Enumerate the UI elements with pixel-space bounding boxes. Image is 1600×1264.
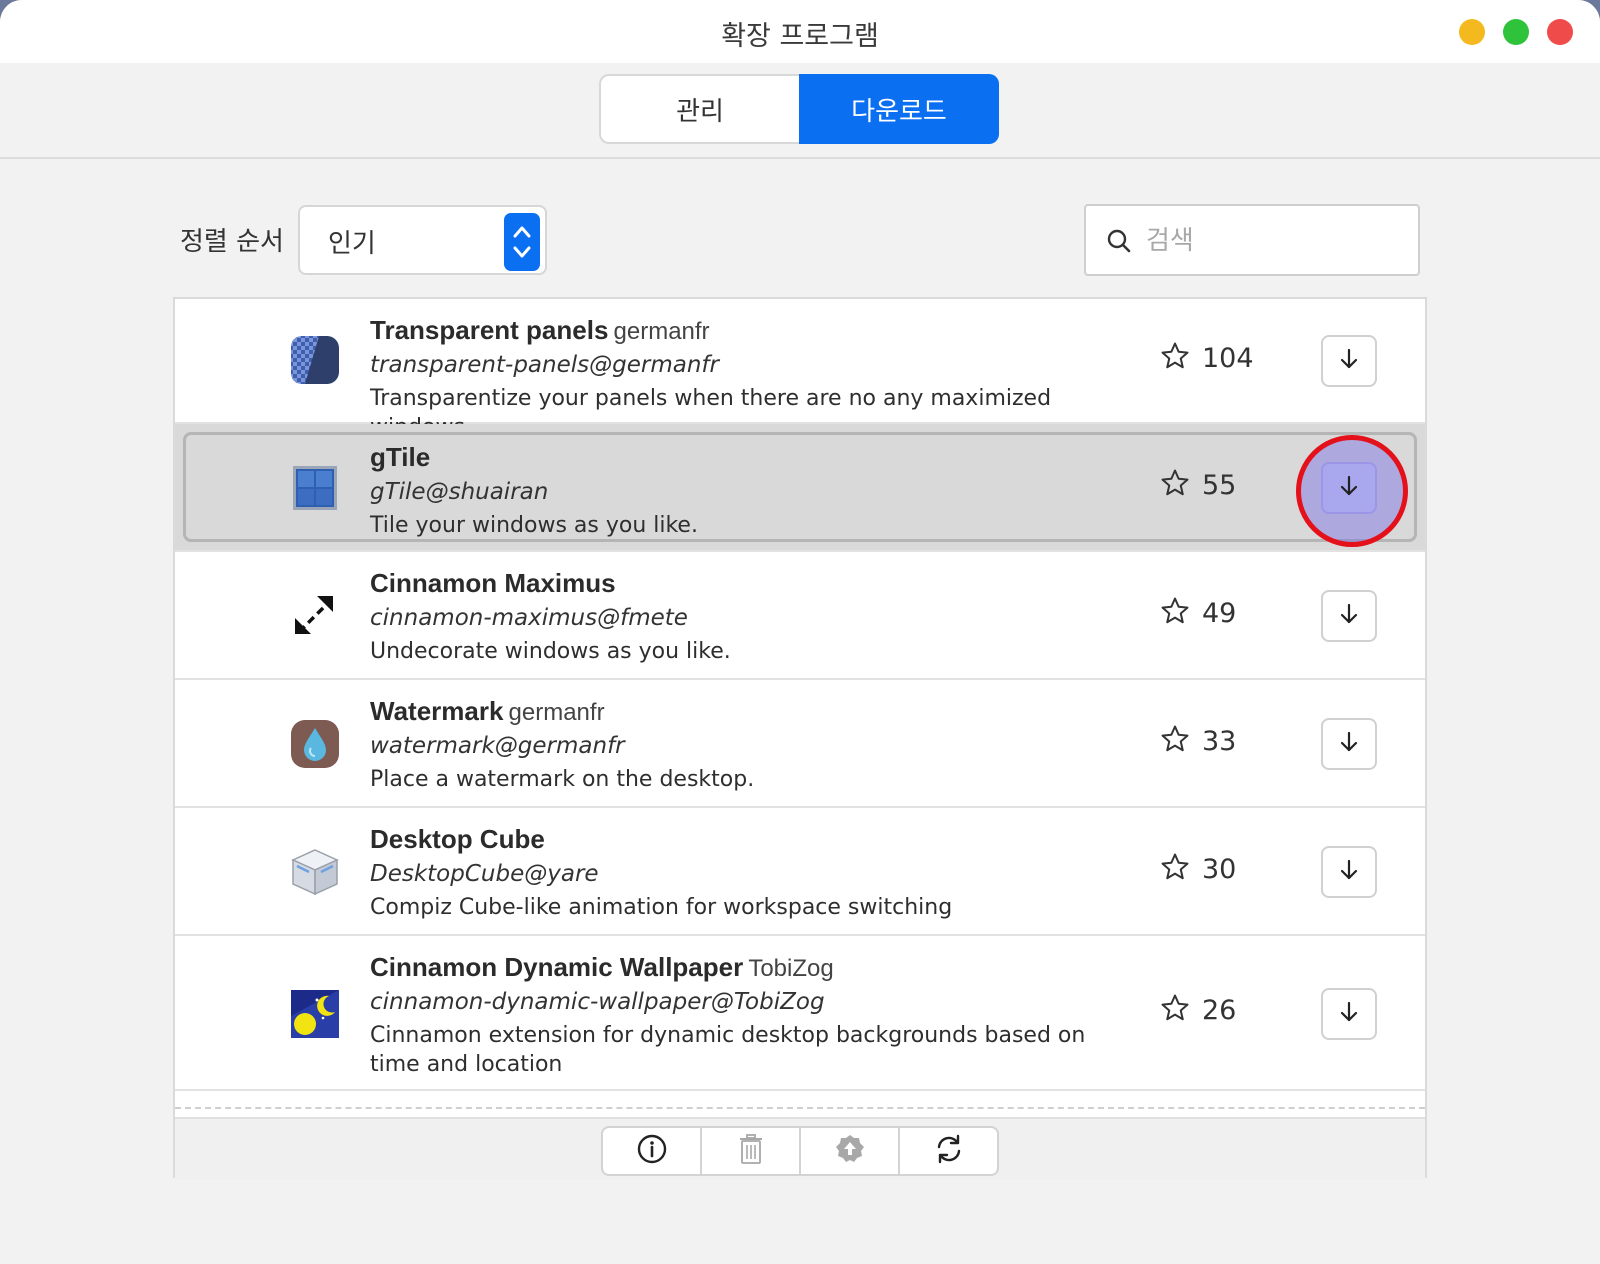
download-button[interactable]: [1321, 718, 1377, 770]
sort-value: 인기: [328, 229, 376, 259]
extension-uuid: watermark@germanfr: [370, 733, 625, 759]
extension-uuid: cinnamon-maximus@fmete: [370, 605, 688, 631]
extension-uuid: DesktopCube@yare: [370, 861, 599, 887]
extension-info: Cinnamon Maximus cinnamon-maximus@fmete …: [370, 568, 1130, 666]
updown-chevron-icon: [504, 213, 540, 271]
list-item[interactable]: Watermark germanfr watermark@germanfr Pl…: [175, 680, 1425, 808]
extension-author: TobiZog: [748, 955, 834, 982]
list-item[interactable]: Desktop Cube DesktopCube@yare Compiz Cub…: [175, 808, 1425, 936]
download-button[interactable]: [1321, 988, 1377, 1040]
list-toolbar: [175, 1117, 1425, 1180]
rating: 30: [1160, 852, 1236, 886]
cube-icon: [289, 846, 341, 898]
tab-download[interactable]: 다운로드: [799, 74, 999, 144]
download-button[interactable]: [1321, 846, 1377, 898]
maximize-button[interactable]: [1503, 19, 1529, 45]
download-arrow-icon: [1338, 347, 1360, 375]
extension-info: Transparent panels germanfr transparent-…: [370, 315, 1130, 442]
extension-list: Transparent panels germanfr transparent-…: [173, 297, 1427, 1180]
rating: 55: [1160, 468, 1236, 502]
extension-description: Place a watermark on the desktop.: [370, 767, 755, 792]
sort-dropdown[interactable]: 인기: [298, 205, 547, 275]
info-button[interactable]: [603, 1128, 702, 1174]
star-icon: [1160, 993, 1190, 1027]
star-count: 33: [1202, 725, 1237, 757]
sort-label: 정렬 순서: [180, 227, 284, 257]
list-item-selected[interactable]: gTile gTile@shuairan Tile your windows a…: [175, 424, 1425, 552]
star-icon: [1160, 852, 1190, 886]
list-end-divider: [175, 1107, 1425, 1109]
extension-uuid: cinnamon-dynamic-wallpaper@TobiZog: [370, 989, 825, 1015]
tab-manage[interactable]: 관리: [599, 74, 799, 144]
star-count: 30: [1202, 853, 1237, 885]
star-count: 104: [1202, 342, 1254, 374]
download-arrow-icon: [1338, 730, 1360, 758]
diagonal-arrows-icon: [289, 590, 341, 642]
extension-info: gTile gTile@shuairan Tile your windows a…: [370, 442, 1130, 540]
star-icon: [1160, 596, 1190, 630]
search-box[interactable]: [1084, 204, 1420, 276]
rating: 49: [1160, 596, 1236, 630]
upgrade-icon: [834, 1133, 866, 1169]
star-icon: [1160, 468, 1190, 502]
star-icon: [1160, 341, 1190, 375]
refresh-button[interactable]: [900, 1128, 997, 1174]
water-drop-icon: [289, 718, 341, 770]
star-icon: [1160, 724, 1190, 758]
download-arrow-icon: [1338, 858, 1360, 886]
extension-description: Undecorate windows as you like.: [370, 639, 731, 664]
checkerboard-panel-icon: [289, 334, 341, 386]
download-arrow-icon: [1338, 1000, 1360, 1028]
close-button[interactable]: [1547, 19, 1573, 45]
extension-name: Cinnamon Maximus: [370, 568, 616, 598]
rating: 26: [1160, 993, 1236, 1027]
rating: 104: [1160, 341, 1254, 375]
list-item[interactable]: Transparent panels germanfr transparent-…: [175, 299, 1425, 440]
tile-grid-icon: [289, 462, 341, 514]
minimize-button[interactable]: [1459, 19, 1485, 45]
moon-sun-icon: [289, 988, 341, 1040]
extension-name: Cinnamon Dynamic Wallpaper: [370, 952, 744, 982]
download-arrow-icon: [1338, 602, 1360, 630]
download-button[interactable]: [1321, 462, 1377, 514]
titlebar: 확장 프로그램: [0, 0, 1600, 63]
extension-name: Watermark: [370, 696, 504, 726]
toolbar-button-group: [601, 1126, 999, 1176]
extension-info: Desktop Cube DesktopCube@yare Compiz Cub…: [370, 824, 1130, 922]
download-arrow-icon: [1338, 474, 1360, 502]
uninstall-button[interactable]: [702, 1128, 801, 1174]
extension-info: Cinnamon Dynamic Wallpaper TobiZog cinna…: [370, 952, 1130, 1079]
info-icon: [636, 1133, 668, 1169]
star-count: 26: [1202, 994, 1237, 1026]
search-icon: [1106, 228, 1132, 258]
tab-divider: [0, 157, 1600, 159]
extension-description: Tile your windows as you like.: [370, 513, 698, 538]
extension-name: Desktop Cube: [370, 824, 545, 854]
extension-author: germanfr: [613, 318, 710, 345]
search-input[interactable]: [1144, 222, 1398, 260]
refresh-icon: [933, 1133, 965, 1169]
extension-uuid: gTile@shuairan: [370, 479, 549, 505]
extension-uuid: transparent-panels@germanfr: [370, 352, 719, 378]
extension-name: gTile: [370, 442, 431, 472]
window-title: 확장 프로그램: [721, 21, 879, 52]
extension-author: germanfr: [508, 699, 605, 726]
extension-name: Transparent panels: [370, 315, 609, 345]
download-button[interactable]: [1321, 590, 1377, 642]
upgrade-button[interactable]: [801, 1128, 900, 1174]
trash-icon: [737, 1133, 765, 1169]
star-count: 49: [1202, 597, 1237, 629]
extension-description: Cinnamon extension for dynamic desktop b…: [370, 1023, 1086, 1077]
extension-info: Watermark germanfr watermark@germanfr Pl…: [370, 696, 1130, 794]
download-button[interactable]: [1321, 335, 1377, 387]
list-item[interactable]: Cinnamon Maximus cinnamon-maximus@fmete …: [175, 552, 1425, 680]
extensions-window: 확장 프로그램 관리 다운로드 정렬 순서 인기 검색 Transparent …: [0, 0, 1600, 1264]
rating: 33: [1160, 724, 1236, 758]
star-count: 55: [1202, 469, 1237, 501]
list-item[interactable]: Cinnamon Dynamic Wallpaper TobiZog cinna…: [175, 936, 1425, 1091]
extension-description: Compiz Cube-like animation for workspace…: [370, 895, 953, 920]
